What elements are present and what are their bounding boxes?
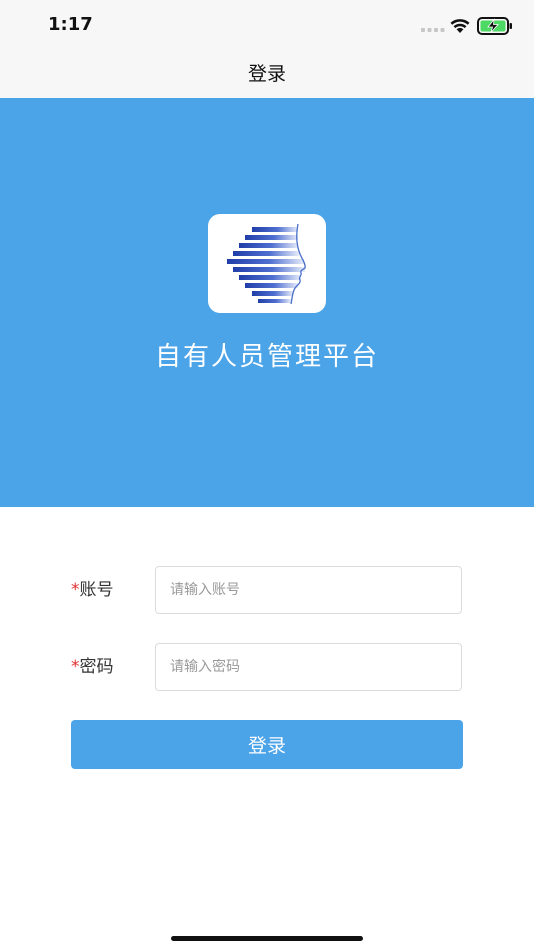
app-logo [208, 214, 326, 313]
account-row: *账号 [0, 566, 534, 614]
app-title: 自有人员管理平台 [154, 342, 379, 372]
account-label-text: 账号 [79, 580, 114, 600]
required-mark: * [71, 580, 80, 600]
navigation-bar: 登录 [0, 52, 534, 98]
hero-banner: 自有人员管理平台 [0, 98, 534, 507]
password-label-text: 密码 [79, 657, 114, 677]
face-profile-logo [227, 223, 306, 305]
login-button[interactable]: 登录 [71, 720, 463, 769]
required-mark: * [71, 657, 80, 677]
password-row: *密码 [0, 643, 534, 691]
password-label: *密码 [71, 643, 114, 691]
account-input[interactable] [155, 566, 462, 614]
page-title: 登录 [247, 63, 286, 85]
signal-dots-icon [421, 28, 445, 32]
login-screen: 1:17 登录 自有人员管理平台 *账号 请输入账号 *密码 登录 [0, 0, 534, 950]
password-input[interactable] [155, 643, 462, 691]
status-bar: 1:17 [0, 0, 534, 52]
battery-charging-icon [477, 17, 512, 35]
account-label: *账号 [71, 566, 114, 614]
wifi-icon [450, 19, 470, 33]
home-indicator[interactable] [171, 936, 363, 941]
status-time: 1:17 [48, 14, 93, 35]
